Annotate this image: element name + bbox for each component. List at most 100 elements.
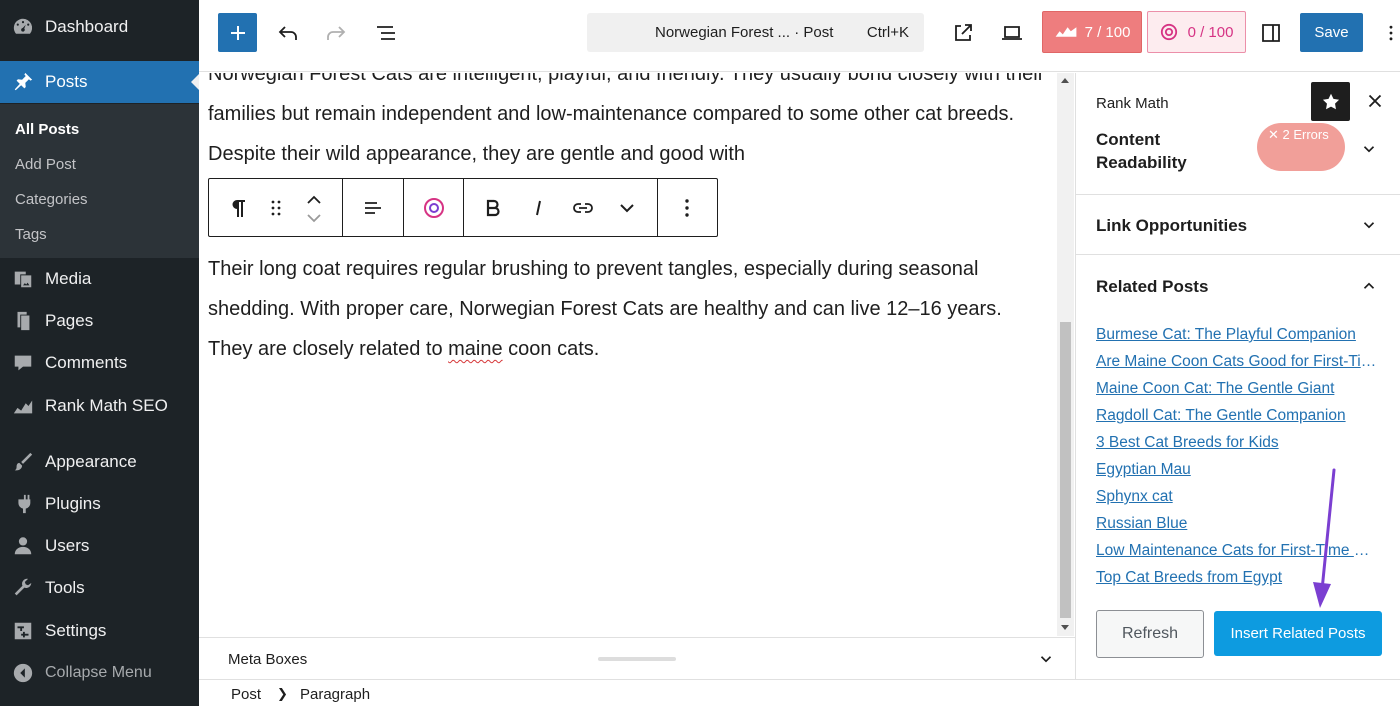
menu-label-appearance: Appearance <box>45 452 137 471</box>
document-overview-button[interactable] <box>373 20 399 46</box>
preview-button[interactable] <box>999 20 1025 46</box>
readability-section[interactable]: Content Readability ✕ 2 Errors <box>1076 123 1400 195</box>
refresh-button[interactable]: Refresh <box>1096 610 1204 658</box>
related-post-link[interactable]: Burmese Cat: The Playful Companion <box>1096 325 1381 352</box>
move-down-button[interactable] <box>301 205 327 231</box>
paragraph-text-end: coon cats. <box>502 338 600 360</box>
chevron-down-icon[interactable] <box>1360 140 1378 158</box>
paragraph-block[interactable]: Norwegian Forest Cats are intelligent, p… <box>208 73 1048 174</box>
insert-related-posts-button[interactable]: Insert Related Posts <box>1214 611 1382 656</box>
link-opportunities-title: Link Opportunities <box>1096 216 1248 235</box>
scrollbar-thumb[interactable] <box>1060 322 1071 618</box>
submenu-add-post[interactable]: Add Post <box>15 156 76 173</box>
scroll-up-arrow[interactable] <box>1061 78 1069 83</box>
meta-boxes-panel[interactable]: Meta Boxes <box>199 637 1075 679</box>
settings-icon <box>11 619 35 643</box>
redo-button[interactable] <box>323 20 349 46</box>
related-post-link[interactable]: 3 Best Cat Breeds for Kids <box>1096 433 1381 460</box>
resize-handle[interactable] <box>598 657 676 661</box>
close-icon[interactable] <box>1364 90 1386 112</box>
menu-item-plugins[interactable]: Plugins <box>0 483 199 525</box>
block-switcher-group <box>209 179 343 236</box>
chevron-down-icon[interactable] <box>1037 650 1055 668</box>
undo-icon <box>278 26 297 40</box>
menu-label-settings: Settings <box>45 621 107 640</box>
drag-handle[interactable] <box>263 195 289 221</box>
document-title: Norwegian Forest ... · Post <box>655 24 834 41</box>
menu-item-pages[interactable]: Pages <box>0 300 199 342</box>
submenu-tags[interactable]: Tags <box>15 226 47 243</box>
command-palette-bar[interactable]: Norwegian Forest ... · Post Ctrl+K <box>587 13 924 52</box>
related-post-link[interactable]: Are Maine Coon Cats Good for First-Time … <box>1096 352 1381 379</box>
editor-canvas: Norwegian Forest Cats are intelligent, p… <box>199 73 1057 636</box>
align-group <box>343 179 404 236</box>
sidebar-icon <box>1262 24 1280 42</box>
block-breadcrumb: Post ❯ Paragraph <box>199 679 1400 706</box>
laptop-icon <box>1002 26 1022 40</box>
undo-button[interactable] <box>275 20 301 46</box>
users-icon <box>11 534 35 558</box>
menu-item-settings[interactable]: Settings <box>0 610 199 652</box>
pin-panel-button[interactable] <box>1311 82 1350 121</box>
menu-item-users[interactable]: Users <box>0 525 199 567</box>
bold-icon <box>486 199 500 217</box>
star-icon <box>1322 93 1339 109</box>
editor-scrollbar[interactable] <box>1057 73 1074 636</box>
link-opportunities-section[interactable]: Link Opportunities <box>1076 195 1400 255</box>
paragraph-block-selected[interactable]: Their long coat requires regular brushin… <box>208 249 1048 369</box>
save-button[interactable]: Save <box>1300 13 1363 52</box>
more-vertical-icon <box>685 199 689 217</box>
submenu-categories[interactable]: Categories <box>15 191 88 208</box>
more-vertical-icon <box>1389 25 1393 41</box>
rank-math-score-icon <box>1055 27 1076 37</box>
submenu-all-posts[interactable]: All Posts <box>15 121 79 138</box>
scroll-down-arrow[interactable] <box>1061 625 1069 630</box>
admin-sidebar: Dashboard Posts All Posts Add Post Categ… <box>0 0 199 706</box>
menu-label-media: Media <box>45 269 92 288</box>
format-group <box>464 179 658 236</box>
chevron-up-icon[interactable] <box>1360 277 1378 295</box>
editor-top-toolbar: Norwegian Forest ... · Post Ctrl+K 7 / 1… <box>199 0 1400 72</box>
rank-math-seo-score-button[interactable]: 7 / 100 <box>1042 11 1142 53</box>
settings-sidebar-toggle[interactable] <box>1258 20 1284 46</box>
pages-icon <box>11 309 35 333</box>
annotation-arrow-icon <box>1313 468 1336 608</box>
rank-math-icon <box>11 394 35 418</box>
block-options-button[interactable] <box>674 195 700 221</box>
menu-item-appearance[interactable]: Appearance <box>0 441 199 483</box>
block-toolbar <box>208 178 718 237</box>
related-post-link[interactable]: Ragdoll Cat: The Gentle Companion <box>1096 406 1381 433</box>
related-post-link[interactable]: Maine Coon Cat: The Gentle Giant <box>1096 379 1381 406</box>
collapse-menu-button[interactable]: Collapse Menu <box>0 652 199 694</box>
posts-submenu: All Posts Add Post Categories Tags <box>0 104 199 258</box>
more-formats-button[interactable] <box>614 195 640 221</box>
wrench-icon <box>11 576 35 600</box>
chevron-right-icon: ❯ <box>277 686 288 701</box>
align-text-button[interactable] <box>360 195 386 221</box>
external-link-icon <box>955 24 972 41</box>
misspelled-word[interactable]: maine <box>448 338 502 360</box>
view-post-button[interactable] <box>950 20 976 46</box>
media-icon <box>11 267 35 291</box>
content-ai-score-button[interactable]: 0 / 100 <box>1147 11 1246 53</box>
link-icon <box>573 203 593 213</box>
block-inserter-button[interactable] <box>218 13 257 52</box>
menu-item-comments[interactable]: Comments <box>0 342 199 384</box>
content-ai-button[interactable] <box>421 195 447 221</box>
link-button[interactable] <box>570 195 596 221</box>
menu-label-pages: Pages <box>45 311 94 330</box>
options-menu-button[interactable] <box>1381 20 1400 46</box>
bold-button[interactable] <box>480 195 506 221</box>
menu-item-tools[interactable]: Tools <box>0 567 199 609</box>
seo-score-value: 7 / 100 <box>1084 23 1131 41</box>
menu-item-dashboard[interactable]: Dashboard <box>0 6 199 48</box>
paragraph-transform-button[interactable] <box>225 195 251 221</box>
breadcrumb-post[interactable]: Post <box>231 686 261 703</box>
collapse-menu-label: Collapse Menu <box>45 664 152 681</box>
italic-button[interactable] <box>526 195 552 221</box>
menu-item-posts[interactable]: Posts <box>0 61 199 103</box>
chevron-down-icon[interactable] <box>1360 216 1378 234</box>
menu-item-media[interactable]: Media <box>0 258 199 300</box>
menu-item-rank-math[interactable]: Rank Math SEO <box>0 385 199 427</box>
menu-label-rank-math: Rank Math SEO <box>45 396 168 415</box>
